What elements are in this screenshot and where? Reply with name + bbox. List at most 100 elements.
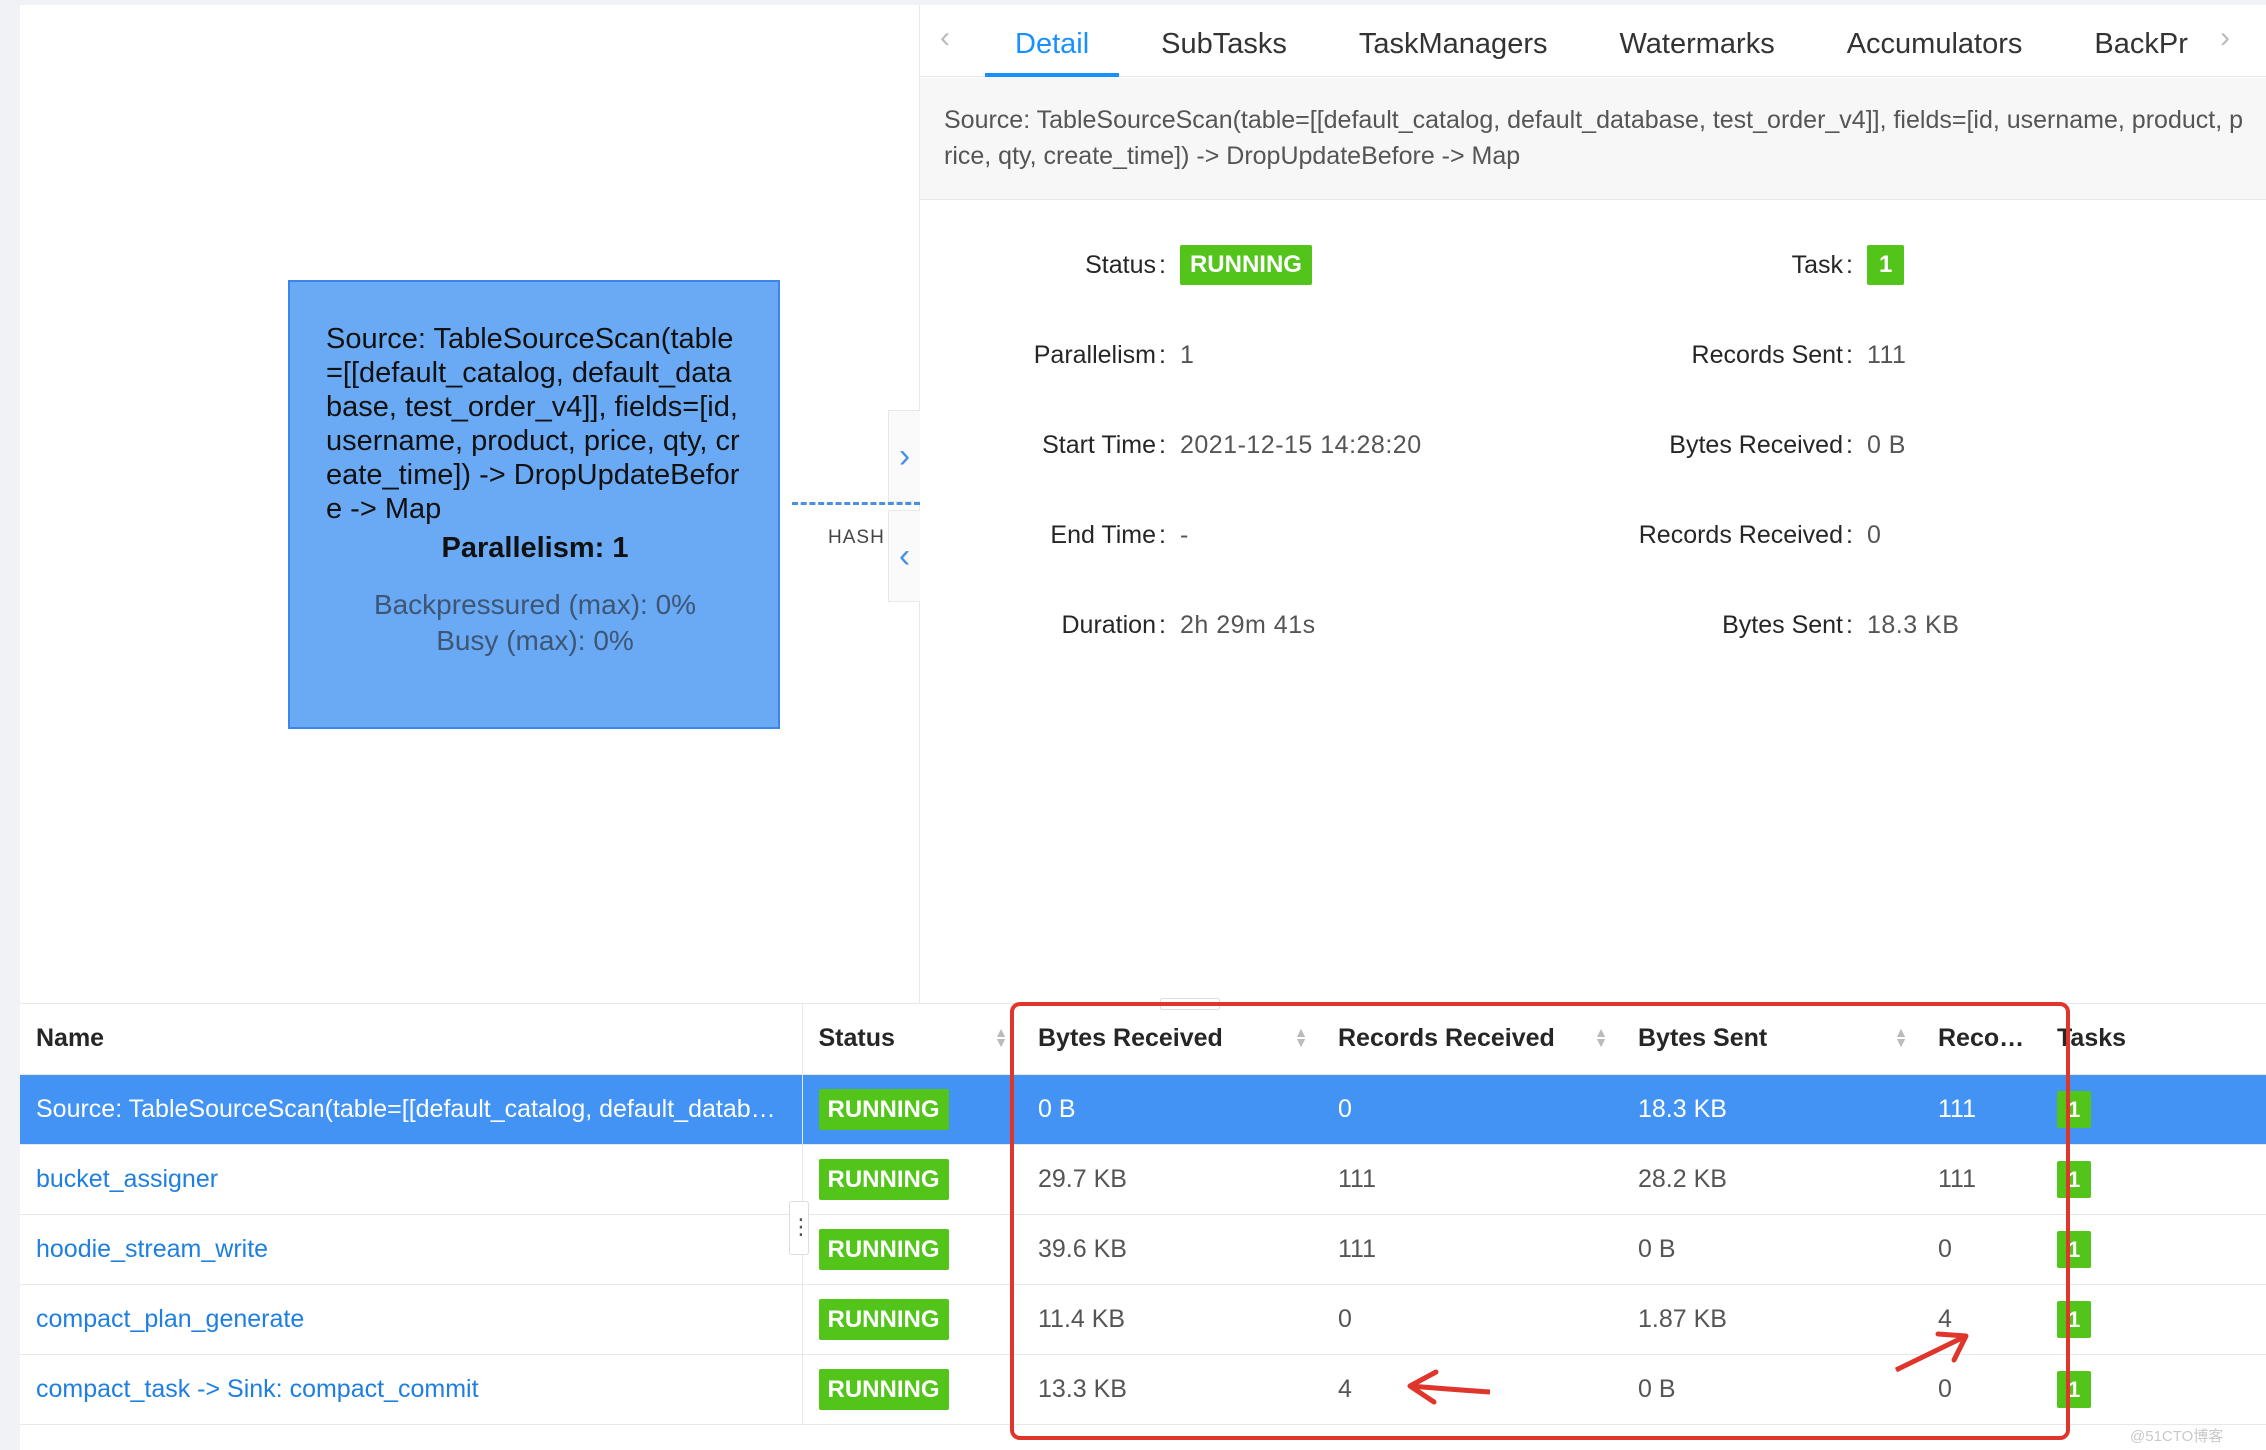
field-value: 0 B — [1866, 430, 1906, 459]
vertex-detail-pane: ‹ Detail SubTasks TaskManagers Watermarks Ac… — [920, 5, 2266, 1003]
column-label: Name — [36, 1024, 105, 1053]
cell-records-sent: 0 — [1922, 1354, 2041, 1425]
column-header-records-received[interactable]: Records Received ▲ ▼ — [1322, 1004, 1622, 1075]
cell-value: 111 — [1938, 1164, 1977, 1193]
cell-records-received: 0 — [1322, 1074, 1622, 1145]
tab-taskmanagers[interactable]: TaskManagers — [1329, 5, 1578, 77]
column-resize-handle[interactable]: ⋮ — [789, 1201, 812, 1255]
table-row[interactable]: bucket_assigner RUNNING 29.7 KB 111 28.2 KB 1… — [20, 1144, 2266, 1215]
cell-bytes-sent: 0 B — [1622, 1354, 1922, 1425]
cell-value: 0 — [1338, 1304, 1352, 1333]
cell-value: 29.7 KB — [1038, 1164, 1127, 1193]
cell-value: 111 — [1938, 1094, 1977, 1123]
cell-name: hoodie_stream_write — [20, 1214, 803, 1285]
vertex-name-link[interactable]: bucket_assigner — [36, 1165, 218, 1193]
graph-edge — [792, 502, 920, 505]
cell-value: 4 — [1338, 1374, 1352, 1403]
sort-icon[interactable]: ▲ ▼ — [1594, 1025, 1608, 1049]
table-row[interactable]: compact_plan_generate RUNNING 11.4 KB 0 1.87… — [20, 1284, 2266, 1355]
expand-panel-button[interactable]: › — [888, 410, 920, 502]
field-separator: : — [1846, 250, 1853, 279]
column-header-status[interactable]: Status ▲ ▼ — [802, 1004, 1022, 1075]
cell-tasks: 1 — [2041, 1074, 2266, 1145]
field-separator: : — [1846, 340, 1853, 369]
sort-icon[interactable]: ▲ ▼ — [994, 1025, 1008, 1049]
cell-bytes-sent: 0 B — [1622, 1214, 1922, 1285]
node-parallelism: Parallelism: 1 — [441, 532, 629, 564]
cell-records-sent: 111 — [1922, 1074, 2041, 1145]
graph-node-source[interactable]: Source: TableSourceScan(table=[[default_… — [288, 280, 780, 729]
tab-watermarks[interactable]: Watermarks — [1589, 5, 1804, 77]
cell-bytes-sent: 18.3 KB — [1622, 1074, 1922, 1145]
vertex-name-link[interactable]: compact_plan_generate — [36, 1305, 304, 1333]
column-label: Bytes Received — [1038, 1024, 1223, 1053]
cell-bytes-received: 29.7 KB — [1022, 1144, 1322, 1215]
column-header-bytes-sent[interactable]: Bytes Sent ▲ ▼ — [1622, 1004, 1922, 1075]
vertex-name-link[interactable]: hoodie_stream_write — [36, 1235, 268, 1263]
cell-value: 28.2 KB — [1638, 1164, 1727, 1193]
cell-value: 111 — [1338, 1164, 1377, 1193]
cell-value: 1.87 KB — [1638, 1304, 1727, 1333]
cell-bytes-received: 0 B — [1022, 1074, 1322, 1145]
table-row[interactable]: Source: TableSourceScan(table=[[default_… — [20, 1074, 2266, 1145]
tab-scroll-right-icon[interactable]: › — [2220, 21, 2230, 55]
field-bytes-sent: Bytes Sent:18.3 KB — [920, 603, 1959, 647]
tab-scroll-left-icon[interactable]: ‹ — [940, 21, 950, 55]
cell-tasks: 1 — [2041, 1214, 2266, 1285]
cell-name: compact_task -> Sink: compact_commit — [20, 1354, 803, 1425]
cell-records-received: 4 — [1322, 1354, 1622, 1425]
table-body: Source: TableSourceScan(table=[[default_… — [20, 1074, 2266, 1425]
cell-bytes-sent: 1.87 KB — [1622, 1284, 1922, 1355]
vertex-name-link[interactable]: Source: TableSourceScan(table=[[default_… — [36, 1095, 801, 1123]
status-badge: RUNNING — [818, 1228, 949, 1270]
vertex-description: Source: TableSourceScan(table=[[default_… — [920, 78, 2266, 200]
cell-records-received: 111 — [1322, 1144, 1622, 1215]
column-header-records-sent: Records Sent — [1922, 1004, 2041, 1075]
detail-tab-bar: ‹ Detail SubTasks TaskManagers Watermarks Ac… — [920, 5, 2266, 77]
table-header: Name Status ▲ ▼ Bytes Received ▲ ▼ Records Rece… — [20, 1004, 2266, 1075]
cell-value: 111 — [1338, 1234, 1377, 1263]
cell-bytes-sent: 28.2 KB — [1622, 1144, 1922, 1215]
vertex-name-link[interactable]: compact_task -> Sink: compact_commit — [36, 1375, 479, 1403]
column-header-tasks: Tasks — [2041, 1004, 2266, 1075]
tab-accumulators[interactable]: Accumulators — [1817, 5, 2053, 77]
tab-detail[interactable]: Detail — [985, 5, 1120, 77]
chevron-right-icon: › — [898, 436, 911, 475]
table-row[interactable]: hoodie_stream_write RUNNING 39.6 KB 111 0 B 0… — [20, 1214, 2266, 1285]
flink-job-vertex-view: Source: TableSourceScan(table=[[default_… — [20, 5, 2266, 1450]
node-title: Source: TableSourceScan(table=[[default_… — [326, 323, 740, 525]
pane-resize-handle[interactable] — [1160, 998, 1220, 1010]
cell-value: 0 — [1938, 1374, 1952, 1403]
tab-backpr[interactable]: BackPr — [2064, 5, 2200, 77]
field-value: 0 — [1866, 520, 1882, 549]
cell-value: 11.4 KB — [1038, 1304, 1126, 1333]
cell-bytes-received: 13.3 KB — [1022, 1354, 1322, 1425]
field-separator: : — [1846, 430, 1853, 459]
field-value: 111 — [1866, 340, 1907, 369]
column-label: Tasks — [2057, 1024, 2127, 1053]
field-records-received: Records Received:0 — [920, 513, 1881, 557]
cell-status: RUNNING — [802, 1144, 1022, 1215]
column-header-bytes-received[interactable]: Bytes Received ▲ ▼ — [1022, 1004, 1322, 1075]
field-value: 18.3 KB — [1866, 610, 1960, 639]
collapse-panel-button[interactable]: ‹ — [888, 510, 920, 602]
watermark: @51CTO博客 — [2130, 1428, 2224, 1445]
cell-records-sent: 111 — [1922, 1144, 2041, 1215]
cell-bytes-received: 11.4 KB — [1022, 1284, 1322, 1355]
column-label: Records Received — [1338, 1024, 1555, 1053]
table-row[interactable]: compact_task -> Sink: compact_commit RUNN… — [20, 1354, 2266, 1425]
chevron-left-icon: ‹ — [898, 536, 911, 575]
cell-value: 0 B — [1638, 1374, 1676, 1403]
vertices-table: Name Status ▲ ▼ Bytes Received ▲ ▼ Records Rece… — [20, 1003, 2266, 1450]
field-label: Records Sent — [1691, 340, 1843, 369]
sort-icon[interactable]: ▲ ▼ — [1894, 1025, 1908, 1049]
status-badge: RUNNING — [818, 1298, 949, 1340]
node-busy: Busy (max): 0% — [436, 625, 634, 656]
cell-name: bucket_assigner — [20, 1144, 803, 1215]
field-label: Task — [1791, 250, 1843, 279]
status-badge: RUNNING — [818, 1088, 949, 1130]
job-graph-pane[interactable]: Source: TableSourceScan(table=[[default_… — [20, 5, 920, 1003]
tab-subtasks[interactable]: SubTasks — [1131, 5, 1317, 77]
sort-icon[interactable]: ▲ ▼ — [1294, 1025, 1308, 1049]
cell-value: 0 — [1938, 1234, 1952, 1263]
